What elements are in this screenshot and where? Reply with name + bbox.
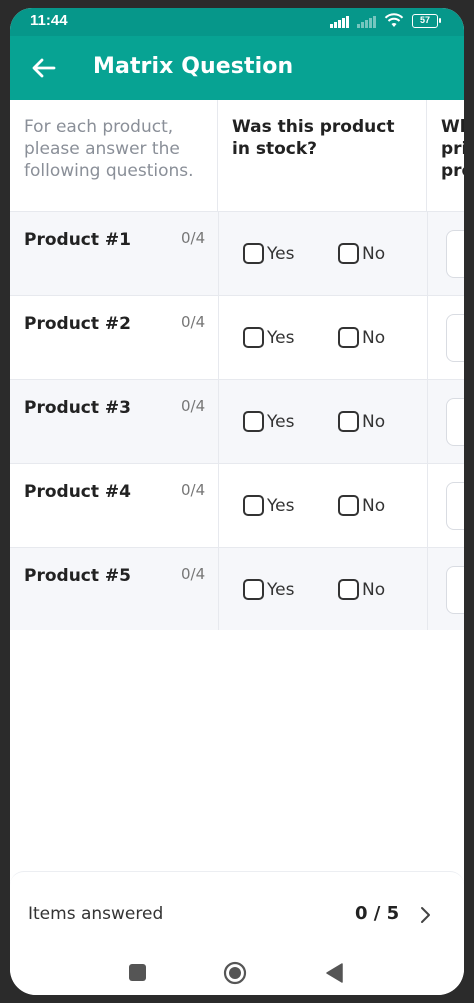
checkbox-icon[interactable] [338, 411, 359, 432]
checkbox-icon[interactable] [338, 327, 359, 348]
checkbox-icon[interactable] [338, 579, 359, 600]
matrix-row: Product #2 0/4 Yes No [10, 296, 464, 380]
in-stock-no-checkbox[interactable]: No [338, 495, 385, 516]
checkbox-icon[interactable] [243, 327, 264, 348]
option-label: Yes [267, 327, 295, 348]
in-stock-yes-checkbox[interactable]: Yes [243, 243, 294, 264]
page-title: Matrix Question [93, 54, 294, 79]
home-button[interactable] [223, 961, 247, 985]
items-answered-count: 0 / 5 [355, 903, 400, 924]
option-label: No [362, 243, 386, 264]
product-progress: 0/4 [181, 481, 206, 499]
chevron-right-icon[interactable] [415, 904, 435, 926]
battery-icon: 57 [412, 13, 441, 28]
checkbox-icon[interactable] [243, 411, 264, 432]
price-input[interactable] [446, 482, 464, 530]
checkbox-icon[interactable] [243, 495, 264, 516]
app-bar: Matrix Question [10, 36, 464, 100]
in-stock-yes-checkbox[interactable]: Yes [243, 495, 294, 516]
in-stock-no-checkbox[interactable]: No [338, 243, 385, 264]
option-label: Yes [267, 579, 295, 600]
recents-button[interactable] [126, 961, 150, 985]
checkbox-icon[interactable] [338, 495, 359, 516]
items-answered-footer[interactable]: Items answered 0 / 5 [10, 871, 464, 951]
column-divider [218, 464, 219, 548]
price-input[interactable] [446, 230, 464, 278]
matrix-row: Product #3 0/4 Yes No [10, 380, 464, 464]
checkbox-icon[interactable] [243, 579, 264, 600]
in-stock-no-checkbox[interactable]: No [338, 579, 385, 600]
signal-secondary-icon [357, 14, 376, 28]
wifi-icon [384, 13, 404, 27]
checkbox-icon[interactable] [338, 243, 359, 264]
option-label: Yes [267, 243, 295, 264]
in-stock-no-checkbox[interactable]: No [338, 411, 385, 432]
in-stock-yes-checkbox[interactable]: Yes [243, 579, 294, 600]
matrix-header-instructions: For each product, please answer the foll… [10, 100, 218, 212]
in-stock-yes-checkbox[interactable]: Yes [243, 411, 294, 432]
column-divider [427, 464, 428, 548]
back-arrow-icon[interactable] [28, 52, 60, 84]
matrix-header-price: What was the price of this product? [441, 117, 464, 181]
app-screen: 11:44 57 Matrix Question For each produc… [10, 8, 464, 995]
signal-icon [330, 14, 349, 28]
product-progress: 0/4 [181, 397, 206, 415]
matrix-row: Product #4 0/4 Yes No [10, 464, 464, 548]
status-bar: 11:44 57 [10, 8, 464, 36]
phone-frame: 11:44 57 Matrix Question For each produc… [10, 0, 464, 1003]
matrix-row: Product #1 0/4 Yes No [10, 212, 464, 296]
product-label: Product #4 [24, 482, 131, 502]
system-nav-bar [10, 951, 464, 995]
product-progress: 0/4 [181, 229, 206, 247]
product-label: Product #3 [24, 398, 131, 418]
option-label: No [362, 579, 386, 600]
matrix-header-in-stock: Was this product in stock? [218, 100, 427, 212]
option-label: Yes [267, 411, 295, 432]
items-answered-label: Items answered [28, 904, 164, 924]
column-divider [427, 380, 428, 464]
in-stock-no-checkbox[interactable]: No [338, 327, 385, 348]
square-icon [129, 964, 146, 981]
column-divider [218, 380, 219, 464]
column-divider [427, 548, 428, 630]
status-time: 11:44 [30, 12, 68, 29]
matrix-header-row: For each product, please answer the foll… [10, 100, 464, 212]
column-divider [218, 212, 219, 296]
column-divider [427, 212, 428, 296]
checkbox-icon[interactable] [243, 243, 264, 264]
option-label: No [362, 495, 386, 516]
system-back-button[interactable] [323, 961, 347, 985]
matrix-row: Product #5 0/4 Yes No [10, 548, 464, 630]
in-stock-yes-checkbox[interactable]: Yes [243, 327, 294, 348]
column-divider [218, 296, 219, 380]
product-progress: 0/4 [181, 313, 206, 331]
product-label: Product #5 [24, 566, 131, 586]
product-label: Product #2 [24, 314, 131, 334]
price-input[interactable] [446, 398, 464, 446]
option-label: No [362, 411, 386, 432]
column-divider [218, 548, 219, 630]
status-icons: 57 [330, 13, 441, 28]
matrix-table: For each product, please answer the foll… [10, 100, 464, 630]
price-input[interactable] [446, 566, 464, 614]
price-input[interactable] [446, 314, 464, 362]
column-divider [427, 296, 428, 380]
product-label: Product #1 [24, 230, 131, 250]
product-progress: 0/4 [181, 565, 206, 583]
option-label: No [362, 327, 386, 348]
option-label: Yes [267, 495, 295, 516]
